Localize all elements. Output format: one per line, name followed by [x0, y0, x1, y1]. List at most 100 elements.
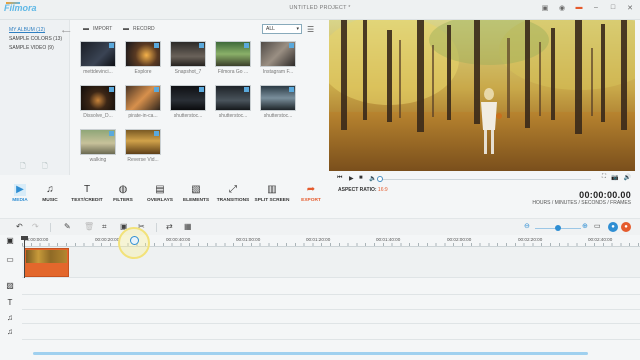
tab-overlays[interactable]: ▤ OVERLAYS [140, 184, 180, 203]
media-icon: ▶ [14, 184, 26, 196]
volume-right-icon[interactable]: 🔊 [624, 174, 631, 181]
redo-icon[interactable]: ↷ [32, 222, 39, 231]
album-my-album[interactable]: MY ALBUM (12) [9, 27, 45, 33]
ruler-zoom-knob[interactable] [130, 236, 139, 245]
voice-track-icon: ♫ [7, 327, 13, 336]
undo-icon[interactable]: ↶ [16, 222, 23, 231]
media-thumb[interactable] [260, 85, 296, 111]
play-icon[interactable]: ▶ [349, 175, 354, 182]
window-controls: ▣ ◉ ▬ – □ ✕ [541, 4, 634, 12]
zoom-slider-knob[interactable] [555, 225, 561, 231]
settings-icon[interactable]: ● [621, 222, 631, 232]
playback-progress-track[interactable] [379, 179, 591, 180]
media-thumb[interactable] [125, 85, 161, 111]
fullscreen-icon[interactable]: ⛶ [602, 174, 606, 181]
tab-label: SPLIT SCREEN [254, 198, 290, 203]
media-thumb[interactable] [80, 41, 116, 67]
timeline-settings-icon[interactable]: ▣ [0, 236, 20, 252]
fit-timeline-icon[interactable]: ▭ [594, 222, 601, 230]
media-thumb[interactable] [80, 85, 116, 111]
timecode-units: HOURS / MINUTES / SECONDS / FRAMES [532, 200, 631, 206]
media-thumb[interactable] [125, 129, 161, 155]
music-icon: ♫ [46, 184, 54, 195]
video-badge-icon [244, 43, 249, 48]
edit-icon[interactable]: ✎ [64, 222, 71, 231]
volume-icon[interactable]: 🔈 [369, 175, 376, 182]
text-icon: T [83, 184, 91, 195]
media-thumb[interactable] [215, 41, 251, 67]
video-track[interactable] [22, 247, 640, 278]
video-clip[interactable] [24, 248, 69, 277]
video-badge-icon [199, 87, 204, 92]
music-track[interactable] [22, 310, 640, 324]
filter-dropdown[interactable]: ALL ▾ [262, 24, 302, 34]
album-sample-colors[interactable]: SAMPLE COLORS (13) [9, 36, 62, 42]
delete-album-icon[interactable]: 🗋 [42, 162, 48, 173]
media-thumb[interactable] [125, 41, 161, 67]
tab-text-credit[interactable]: T TEXT/CREDIT [67, 184, 107, 203]
snapshot-icon[interactable]: 📷 [611, 174, 618, 181]
zoom-out-icon[interactable]: ⊖ [524, 222, 530, 230]
tab-label: EXPORT [301, 198, 321, 203]
ruler-tick-label: 00:00:20:00 [95, 237, 120, 242]
add-album-icon[interactable]: 🗋 [20, 162, 26, 173]
scene-detection-icon[interactable]: ▦ [184, 222, 192, 231]
split-screen-icon: ▥ [267, 184, 277, 195]
voice-track[interactable] [22, 324, 640, 340]
account-icon[interactable]: ◉ [558, 4, 566, 12]
previous-frame-icon[interactable]: ⏮ [337, 175, 342, 182]
delete-icon[interactable]: 🗑 [84, 222, 94, 231]
aspect-ratio: ASPECT RATIO: 16:9 [338, 187, 388, 193]
media-thumb[interactable] [260, 41, 296, 67]
tab-split-screen[interactable]: ▥ SPLIT SCREEN [252, 184, 292, 203]
text-track-icon: T [7, 298, 13, 307]
record-voice-icon[interactable]: ⇄ [166, 222, 173, 231]
preview-video[interactable] [329, 20, 635, 171]
record-button[interactable]: ▬ RECORD [123, 26, 155, 32]
video-badge-icon [109, 131, 114, 136]
timeline-scrollbar[interactable] [33, 352, 588, 355]
zoom-in-icon[interactable]: ⊕ [582, 222, 588, 230]
tab-music[interactable]: ♫ MUSIC [30, 184, 70, 203]
media-thumb[interactable] [170, 85, 206, 111]
close-icon[interactable]: ✕ [626, 4, 634, 12]
video-badge-icon [154, 43, 159, 48]
tab-label: TEXT/CREDIT [71, 198, 103, 203]
tab-elements[interactable]: ▧ ELEMENTS [176, 184, 216, 203]
aspect-ratio-value[interactable]: 16:9 [378, 187, 388, 193]
thumb-caption: pirate-in-ca... [128, 113, 158, 119]
tab-label: OVERLAYS [147, 198, 173, 203]
export-icon: ➦ [306, 184, 316, 195]
playhead[interactable] [24, 238, 25, 278]
tab-filters[interactable]: ◍ FILTERS [103, 184, 143, 203]
ruler-tick-label: 00:02:00:00 [447, 237, 472, 242]
thumb-caption: shutterstoc... [173, 113, 203, 119]
media-thumb[interactable] [80, 129, 116, 155]
pip-track[interactable] [22, 278, 640, 295]
crop-icon[interactable]: ⌗ [102, 222, 107, 232]
media-thumb[interactable] [215, 85, 251, 111]
minimize-icon[interactable]: – [592, 4, 600, 12]
elements-icon: ▧ [191, 184, 201, 195]
voiceover-icon[interactable]: ● [608, 222, 618, 232]
playback-progress-knob[interactable] [377, 176, 383, 182]
menu-icon[interactable]: ▬ [575, 4, 583, 12]
save-icon[interactable]: ▣ [541, 4, 549, 12]
filters-icon: ◍ [118, 184, 128, 195]
import-button[interactable]: ▬ IMPORT [83, 26, 112, 32]
timeline-ruler[interactable]: 00:00:00:00 00:00:20:00 00:00:40:00 00:0… [22, 235, 640, 247]
maximize-icon[interactable]: □ [609, 4, 617, 12]
text-track[interactable] [22, 295, 640, 310]
back-arrow-icon[interactable]: ⟵ [62, 28, 71, 35]
record-label: RECORD [133, 26, 155, 32]
thumb-caption: Explore [134, 69, 152, 75]
thumb-caption: mettdevinci... [83, 69, 113, 75]
list-view-icon[interactable]: ☰ [307, 25, 314, 34]
tab-export[interactable]: ➦ EXPORT [291, 184, 331, 203]
media-thumb[interactable] [170, 41, 206, 67]
stop-icon[interactable]: ■ [359, 175, 363, 181]
album-sample-video[interactable]: SAMPLE VIDEO (9) [9, 45, 54, 51]
tab-transitions[interactable]: ⤢ TRANSITIONS [213, 184, 253, 203]
filmora-app: Filmora UNTITLED PROJECT * ▣ ◉ ▬ – □ ✕ M… [0, 0, 640, 360]
clip-thumbnail [26, 250, 67, 263]
